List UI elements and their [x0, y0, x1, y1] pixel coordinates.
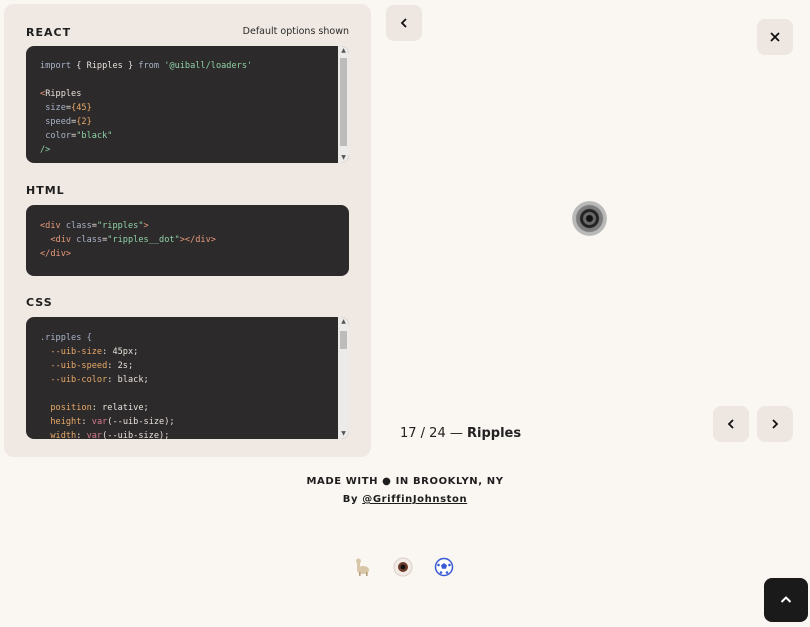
- chevron-right-icon: [772, 419, 779, 429]
- react-section-title: REACT: [26, 26, 72, 39]
- css-scrollbar[interactable]: ▲ ▼: [338, 317, 349, 439]
- author-line: By @GriffinJohnston: [342, 494, 468, 505]
- react-code-block[interactable]: import { Ripples } from '@uiball/loaders…: [26, 46, 349, 163]
- close-button[interactable]: [757, 19, 793, 55]
- chevron-up-icon: [780, 596, 792, 603]
- scrollbar-thumb[interactable]: [340, 58, 347, 146]
- loader-counter: 17 / 24 — Ripples: [400, 426, 522, 441]
- ripples-loader-preview: [572, 201, 607, 236]
- react-scrollbar[interactable]: ▲ ▼: [338, 46, 349, 163]
- code-panel: REACT Default options shown import { Rip…: [4, 4, 371, 457]
- made-with-text: MADE WITH ● IN BROOKLYN, NY: [306, 476, 504, 487]
- html-code-block[interactable]: <div class="ripples"> <div class="ripple…: [26, 205, 349, 276]
- eyeball-icon[interactable]: [392, 556, 414, 578]
- scroll-to-top-button[interactable]: [764, 578, 808, 622]
- css-section-title: CSS: [26, 296, 53, 309]
- scroll-down-arrow-icon[interactable]: ▼: [338, 153, 349, 163]
- chevron-left-icon: [400, 18, 407, 28]
- back-button[interactable]: [386, 5, 422, 41]
- loader-name: Ripples: [467, 426, 522, 441]
- author-link[interactable]: @GriffinJohnston: [362, 494, 467, 505]
- scrollbar-thumb[interactable]: [340, 331, 347, 349]
- css-code-block[interactable]: .ripples { --uib-size: 45px; --uib-speed…: [26, 317, 349, 439]
- soccer-ball-icon[interactable]: [433, 556, 455, 578]
- html-code: <div class="ripples"> <div class="ripple…: [40, 221, 216, 259]
- prev-loader-button[interactable]: [713, 406, 749, 442]
- scroll-up-arrow-icon[interactable]: ▲: [338, 46, 349, 56]
- close-icon: [770, 32, 780, 42]
- next-loader-button[interactable]: [757, 406, 793, 442]
- scroll-up-arrow-icon[interactable]: ▲: [338, 317, 349, 327]
- scroll-down-arrow-icon[interactable]: ▼: [338, 429, 349, 439]
- react-code: import { Ripples } from '@uiball/loaders…: [40, 61, 253, 155]
- css-code: .ripples { --uib-size: 45px; --uib-speed…: [40, 333, 175, 439]
- html-section-title: HTML: [26, 184, 65, 197]
- chevron-left-icon: [727, 419, 734, 429]
- llama-icon[interactable]: [351, 556, 373, 578]
- default-options-note: Default options shown: [242, 26, 349, 37]
